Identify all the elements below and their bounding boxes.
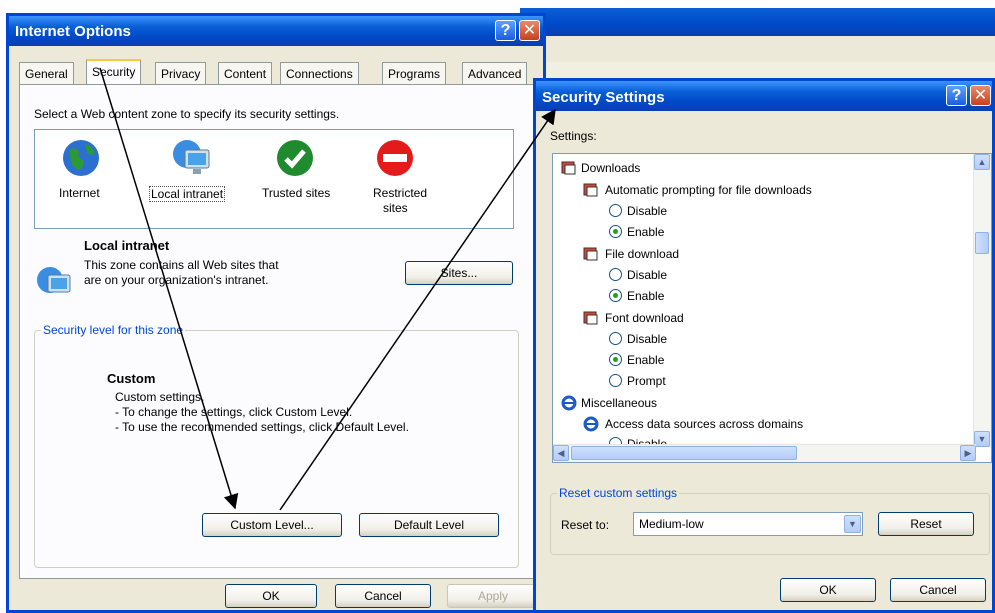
arrow-custom-level-to-settings xyxy=(279,108,556,511)
annotation-arrows xyxy=(99,67,556,511)
arrow-security-to-custom-level xyxy=(99,67,239,510)
